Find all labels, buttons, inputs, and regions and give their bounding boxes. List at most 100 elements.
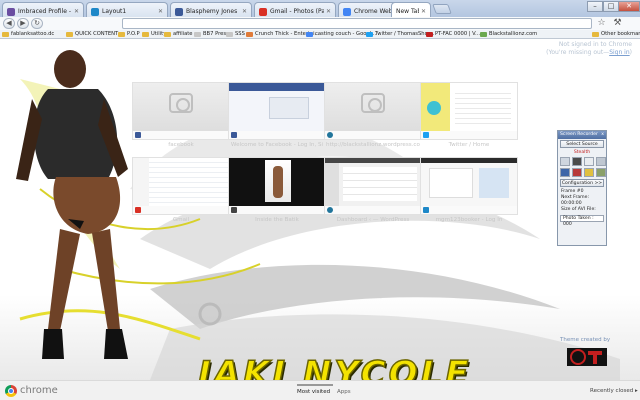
wp-panels bbox=[343, 167, 417, 201]
reload-button[interactable]: ↻ bbox=[31, 18, 43, 29]
bookmark-item[interactable]: QUICK CONTENT bbox=[66, 30, 118, 39]
fullscreen-icon[interactable] bbox=[572, 168, 582, 177]
bookmark-item[interactable]: PT-FAC 0000 | V... bbox=[426, 30, 480, 39]
tile-title[interactable]: Welcome to Facebook - Log In, Si bbox=[228, 142, 326, 148]
camera-icon[interactable] bbox=[596, 157, 606, 166]
settings-icon[interactable] bbox=[596, 168, 606, 177]
tab-close-icon[interactable]: ✕ bbox=[158, 8, 163, 15]
recorder-status: Stealth bbox=[573, 150, 591, 155]
configuration-button[interactable]: Configuration >> bbox=[560, 179, 604, 187]
tile-title[interactable]: mgm123booker - Log In bbox=[420, 217, 518, 223]
bookmark-item[interactable]: Utility bbox=[142, 30, 166, 39]
new-tab-button[interactable] bbox=[432, 4, 452, 14]
tab-gmail[interactable]: Gmail - Photos (Part 3) - black ✕ bbox=[254, 2, 336, 17]
other-bookmarks[interactable]: Other bookmarks bbox=[592, 30, 640, 39]
bookmark-item[interactable]: affiliate bbox=[164, 30, 192, 39]
bookmark-item[interactable]: BB7 Press bbox=[194, 30, 229, 39]
theme-credit[interactable]: Theme created by bbox=[560, 337, 610, 343]
tab-imbraced-profile[interactable]: Imbraced Profile - Settings an ✕ bbox=[2, 2, 84, 17]
recently-closed-menu[interactable]: Recently closed ▸ bbox=[590, 388, 638, 394]
tile-footer bbox=[325, 206, 421, 214]
theme-author-logo bbox=[567, 348, 607, 366]
screen-recorder-widget[interactable]: Screen Recorder x Select Source Stealth … bbox=[557, 130, 607, 246]
favicon-icon bbox=[423, 207, 429, 213]
next-frame: Next Frame: 00:00:00 bbox=[561, 195, 590, 206]
tile-preview bbox=[229, 83, 325, 131]
close-window-button[interactable]: ✕ bbox=[618, 1, 640, 12]
tile-title[interactable]: facebook bbox=[132, 142, 230, 148]
most-visited-tile[interactable] bbox=[132, 157, 230, 215]
tab-close-icon[interactable]: ✕ bbox=[242, 8, 247, 15]
bookmark-star-icon[interactable]: ☆ bbox=[596, 18, 607, 29]
select-source-button[interactable]: Select Source bbox=[560, 140, 604, 148]
new-tab-page: Not signed in to Chrome (You're missing … bbox=[0, 39, 640, 380]
favicon-icon bbox=[231, 207, 237, 213]
most-visited-tile[interactable] bbox=[228, 157, 326, 215]
bookmark-item[interactable]: P.O.P bbox=[118, 30, 140, 39]
page-icon bbox=[246, 32, 253, 37]
tab-blasphemy-jones[interactable]: Blasphemy Jones ✕ bbox=[170, 2, 252, 17]
record-icon[interactable] bbox=[560, 157, 570, 166]
facebook-form bbox=[269, 97, 309, 119]
forward-button[interactable]: ▶ bbox=[17, 18, 29, 29]
back-button[interactable]: ◀ bbox=[3, 18, 15, 29]
most-visited-tile[interactable] bbox=[420, 82, 518, 140]
most-visited-tab[interactable]: Most visited bbox=[297, 389, 330, 395]
pause-icon[interactable] bbox=[572, 157, 582, 166]
window-icon[interactable] bbox=[560, 168, 570, 177]
address-bar[interactable] bbox=[122, 18, 592, 29]
twitter-bird bbox=[427, 101, 441, 115]
maximize-button[interactable]: □ bbox=[603, 1, 619, 12]
tab-new-tab[interactable]: New Tab ✕ bbox=[391, 2, 431, 17]
tile-title[interactable]: Inside the Batik bbox=[228, 217, 326, 223]
page-icon bbox=[366, 32, 373, 37]
bookmark-item[interactable]: Blackstallionz.com bbox=[480, 30, 537, 39]
minimize-button[interactable]: – bbox=[587, 1, 603, 12]
gmail-sidebar bbox=[133, 158, 149, 206]
ntp-footer: chrome Most visited Apps Recently closed… bbox=[0, 380, 640, 400]
tab-close-icon[interactable]: ✕ bbox=[326, 8, 331, 15]
tile-photo-figure bbox=[273, 166, 283, 198]
most-visited-tile[interactable] bbox=[324, 82, 422, 140]
avi-size: Size of AVI File: bbox=[561, 207, 596, 212]
stop-icon[interactable] bbox=[584, 157, 594, 166]
folder-icon bbox=[2, 32, 9, 37]
tab-title: Imbraced Profile - Settings an bbox=[18, 8, 72, 15]
bookmark-item[interactable]: fablanksattoo.dc bbox=[2, 30, 54, 39]
most-visited-tile[interactable] bbox=[132, 82, 230, 140]
recorder-close-icon[interactable]: x bbox=[601, 131, 604, 139]
page-icon bbox=[226, 32, 233, 37]
tab-favicon-icon bbox=[343, 7, 351, 16]
tab-title: Gmail - Photos (Part 3) - black bbox=[270, 8, 324, 15]
tab-title: Layout1 bbox=[102, 8, 127, 15]
tile-title[interactable]: Dashboard ‹ — WordPress bbox=[324, 217, 422, 223]
wp-admin-bar bbox=[325, 158, 421, 163]
recorder-controls bbox=[558, 156, 606, 178]
recorder-titlebar[interactable]: Screen Recorder x bbox=[558, 131, 606, 139]
tile-title[interactable]: http://blackstallionz.wordpress.co bbox=[324, 142, 422, 148]
page-icon bbox=[426, 32, 433, 37]
tab-favicon-icon bbox=[7, 7, 15, 16]
page-icon bbox=[194, 32, 201, 37]
region-icon[interactable] bbox=[584, 168, 594, 177]
tile-title[interactable]: Gmail bbox=[132, 217, 230, 223]
tab-close-icon[interactable]: ✕ bbox=[74, 8, 79, 15]
most-visited-tile[interactable] bbox=[228, 82, 326, 140]
back-icon: ◀ bbox=[6, 19, 12, 27]
favicon-icon bbox=[327, 132, 333, 138]
most-visited-tile[interactable] bbox=[420, 157, 518, 215]
tile-footer bbox=[229, 131, 325, 139]
theme-brand-text: JAKI NYCOLE bbox=[197, 353, 472, 380]
wrench-menu-icon[interactable]: ⚒ bbox=[612, 18, 623, 29]
most-visited-tile[interactable] bbox=[324, 157, 422, 215]
tab-close-icon[interactable]: ✕ bbox=[421, 8, 426, 15]
bookmark-item[interactable]: SSS bbox=[226, 30, 245, 39]
favicon-icon bbox=[423, 132, 429, 138]
signin-link[interactable]: Sign in bbox=[609, 49, 629, 56]
tile-title[interactable]: Twitter / Home bbox=[420, 142, 518, 148]
apps-tab[interactable]: Apps bbox=[337, 389, 351, 395]
tab-layout1[interactable]: Layout1 ✕ bbox=[86, 2, 168, 17]
bookmarks-bar: fablanksattoo.dc QUICK CONTENT P.O.P Uti… bbox=[0, 30, 640, 39]
tile-panel bbox=[429, 168, 473, 198]
bookmark-item[interactable]: Twitter / ThomasShor... bbox=[366, 30, 434, 39]
